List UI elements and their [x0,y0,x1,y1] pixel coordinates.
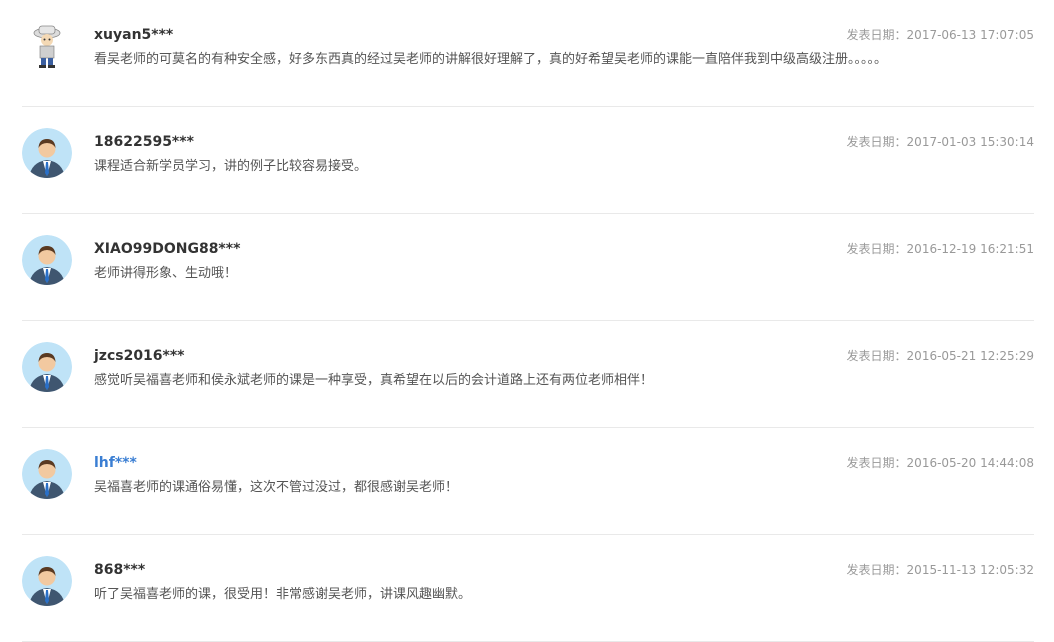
comment-date: 发表日期：2017-01-03 15:30:14 [847,134,1034,150]
default-user-avatar-icon[interactable] [22,128,72,178]
comment-date: 发表日期：2016-05-20 14:44:08 [847,455,1034,471]
comment-item: xuyan5*** 发表日期：2017-06-13 17:07:05 看吴老师的… [22,0,1034,107]
comment-username[interactable]: 868*** [94,561,145,579]
comment-item: 868*** 发表日期：2015-11-13 12:05:32 听了吴福喜老师的… [22,535,1034,642]
default-user-avatar-icon[interactable] [22,342,72,392]
date-label: 发表日期： [846,456,907,470]
default-user-avatar-icon[interactable] [22,556,72,606]
date-value: 2016-12-19 16:21:51 [906,242,1034,256]
comment-text: 课程适合新学员学习，讲的例子比较容易接受。 [94,159,368,174]
comment-item: 18622595*** 发表日期：2017-01-03 15:30:14 课程适… [22,107,1034,214]
date-value: 2016-05-21 12:25:29 [906,349,1034,363]
date-value: 2016-05-20 14:44:08 [906,456,1034,470]
comment-text: 老师讲得形象、生动哦！ [94,266,238,281]
date-label: 发表日期： [846,349,907,363]
comment-date: 发表日期：2015-11-13 12:05:32 [847,562,1034,578]
date-label: 发表日期： [846,242,907,256]
comment-text: 听了吴福喜老师的课，很受用！非常感谢吴老师，讲课风趣幽默。 [94,587,472,602]
date-label: 发表日期： [846,135,907,149]
default-user-avatar-icon[interactable] [22,449,72,499]
comment-item: XIAO99DONG88*** 发表日期：2016-12-19 16:21:51… [22,214,1034,321]
comment-username[interactable]: 18622595*** [94,133,194,151]
date-label: 发表日期： [846,28,907,42]
comment-text: 看吴老师的可莫名的有种安全感，好多东西真的经过吴老师的讲解很好理解了，真的好希望… [94,52,888,67]
comment-username[interactable]: XIAO99DONG88*** [94,240,240,258]
default-user-avatar-icon[interactable] [22,235,72,285]
date-value: 2017-01-03 15:30:14 [906,135,1034,149]
date-label: 发表日期： [846,563,907,577]
comment-item: lhf*** 发表日期：2016-05-20 14:44:08 吴福喜老师的课通… [22,428,1034,535]
comment-text: 感觉听吴福喜老师和侯永斌老师的课是一种享受，真希望在以后的会计道路上还有两位老师… [94,373,654,388]
comment-username[interactable]: xuyan5*** [94,26,173,44]
comment-text: 吴福喜老师的课通俗易懂，这次不管过没过，都很感谢吴老师！ [94,480,459,495]
comment-date: 发表日期：2016-12-19 16:21:51 [847,241,1034,257]
comment-list: xuyan5*** 发表日期：2017-06-13 17:07:05 看吴老师的… [22,0,1034,642]
comment-username[interactable]: jzcs2016*** [94,347,185,365]
cartoon-avatar-icon[interactable] [22,21,72,71]
comment-date: 发表日期：2017-06-13 17:07:05 [847,27,1034,43]
date-value: 2017-06-13 17:07:05 [906,28,1034,42]
comment-username[interactable]: lhf*** [94,454,137,472]
comment-date: 发表日期：2016-05-21 12:25:29 [847,348,1034,364]
comment-item: jzcs2016*** 发表日期：2016-05-21 12:25:29 感觉听… [22,321,1034,428]
date-value: 2015-11-13 12:05:32 [906,563,1034,577]
